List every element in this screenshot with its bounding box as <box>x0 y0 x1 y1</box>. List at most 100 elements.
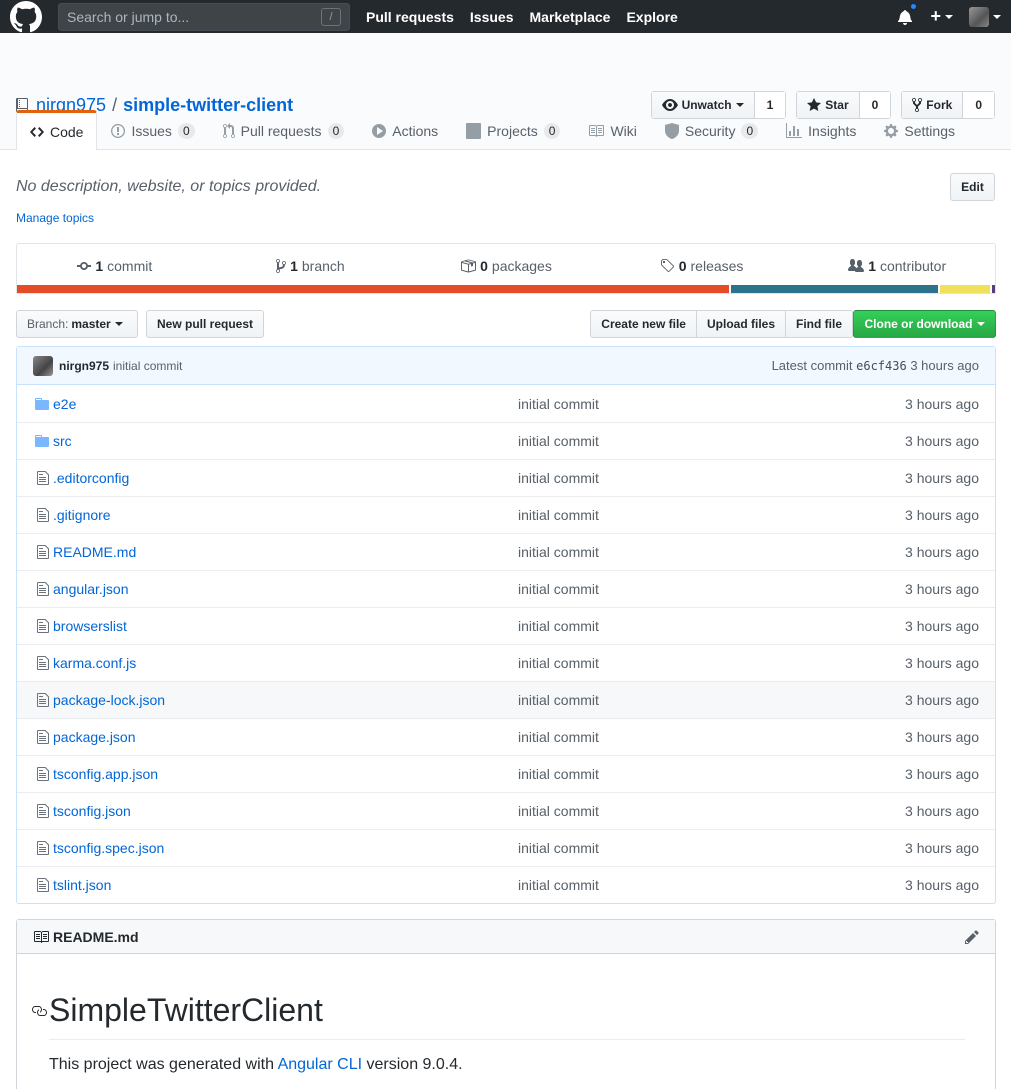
table-row: package.json initial commit 3 hours ago <box>17 718 995 755</box>
tab-issues[interactable]: Issues 0 <box>97 110 208 150</box>
repo-tabs: Code Issues 0 Pull requests 0 Actions Proj… <box>16 110 969 150</box>
file-icon <box>17 840 53 856</box>
file-commit-message-link[interactable]: initial commit <box>518 655 599 671</box>
readme-header: README.md <box>17 920 995 954</box>
file-commit-message-link[interactable]: initial commit <box>518 729 599 745</box>
nav-issues[interactable]: Issues <box>470 9 514 25</box>
file-name-link[interactable]: package-lock.json <box>53 692 165 708</box>
notifications-bell-icon[interactable] <box>896 1 919 26</box>
language-bar[interactable] <box>17 285 995 293</box>
top-nav: Pull requests Issues Marketplace Explore <box>366 9 694 25</box>
find-file-button[interactable]: Find file <box>786 311 852 337</box>
tab-code[interactable]: Code <box>16 110 98 150</box>
edit-description-button[interactable]: Edit <box>950 173 995 201</box>
repo-header: nirgn975 / simple-twitter-client Unwatch… <box>0 33 1011 150</box>
nav-explore[interactable]: Explore <box>626 9 677 25</box>
file-commit-message-link[interactable]: initial commit <box>518 581 599 597</box>
file-commit-message-link[interactable]: initial commit <box>518 766 599 782</box>
branch-select-button[interactable]: Branch: master <box>16 310 138 338</box>
git-commit-icon <box>77 261 92 270</box>
file-commit-message-link[interactable]: initial commit <box>518 507 599 523</box>
create-new-plus-icon[interactable]: + <box>930 6 953 27</box>
tab-security[interactable]: Security 0 <box>651 110 772 150</box>
commit-age: 3 hours ago <box>910 358 979 373</box>
language-segment[interactable] <box>992 285 995 293</box>
file-name-link[interactable]: tsconfig.json <box>53 803 131 819</box>
file-commit-message-link[interactable]: initial commit <box>518 470 599 486</box>
file-name-link[interactable]: tslint.json <box>53 877 111 893</box>
file-commit-message-link[interactable]: initial commit <box>518 544 599 560</box>
git-pull-request-icon <box>222 122 235 139</box>
search-input[interactable]: Search or jump to... / <box>58 2 350 31</box>
new-pull-request-button[interactable]: New pull request <box>146 310 265 338</box>
branches-count: 1 <box>290 257 298 274</box>
file-commit-message-link[interactable]: initial commit <box>518 433 599 449</box>
github-logo-icon[interactable] <box>10 0 42 33</box>
security-counter: 0 <box>741 122 759 139</box>
nav-pull-requests[interactable]: Pull requests <box>366 9 454 25</box>
file-commit-message-link[interactable]: initial commit <box>518 877 599 893</box>
file-name-link[interactable]: e2e <box>53 396 76 412</box>
file-commit-message-link[interactable]: initial commit <box>518 692 599 708</box>
file-name-link[interactable]: browserslist <box>53 618 127 634</box>
file-commit-message-link[interactable]: initial commit <box>518 840 599 856</box>
file-name-link[interactable]: src <box>53 433 72 449</box>
file-name-link[interactable]: README.md <box>53 544 136 560</box>
shield-icon <box>664 122 679 139</box>
file-commit-message-link[interactable]: initial commit <box>518 396 599 412</box>
readme-heading: SimpleTwitterClient <box>32 992 965 1040</box>
file-name-link[interactable]: .editorconfig <box>53 470 129 486</box>
tab-pull-requests[interactable]: Pull requests 0 <box>209 110 359 150</box>
contributors-summary[interactable]: 1 contributor <box>799 258 995 274</box>
file-name-link[interactable]: angular.json <box>53 581 129 597</box>
nav-marketplace[interactable]: Marketplace <box>530 9 611 25</box>
projects-counter: 0 <box>543 122 561 139</box>
file-age: 3 hours ago <box>905 729 979 745</box>
file-name-link[interactable]: tsconfig.spec.json <box>53 840 164 856</box>
commit-author-link[interactable]: nirgn975 <box>59 359 109 373</box>
file-commit-message-link[interactable]: initial commit <box>518 618 599 634</box>
tab-wiki[interactable]: Wiki <box>574 110 650 150</box>
commit-sha-link[interactable]: e6cf436 <box>856 359 907 373</box>
commits-count: 1 <box>95 257 104 274</box>
packages-summary[interactable]: 0 packages <box>408 258 604 274</box>
pencil-icon[interactable] <box>965 929 979 948</box>
readme-text-before: This project was generated with <box>49 1056 278 1073</box>
table-row: browserslist initial commit 3 hours ago <box>17 607 995 644</box>
tab-projects[interactable]: Projects 0 <box>452 110 574 150</box>
avatar[interactable] <box>33 355 53 376</box>
clone-or-download-button[interactable]: Clone or download <box>853 310 996 338</box>
branches-summary[interactable]: 1 branch <box>213 258 409 274</box>
tab-label: Wiki <box>610 122 637 139</box>
file-commit-message-link[interactable]: initial commit <box>518 803 599 819</box>
tab-insights[interactable]: Insights <box>772 110 870 150</box>
latest-commit-info: Latest commit e6cf436 3 hours ago <box>772 358 979 373</box>
commits-summary[interactable]: 1 commit <box>17 258 213 274</box>
file-name-link[interactable]: .gitignore <box>53 507 111 523</box>
avatar <box>969 6 989 27</box>
commits-label: commit <box>107 257 153 274</box>
language-segment[interactable] <box>730 285 938 293</box>
file-navigation: Branch: master New pull request Create n… <box>16 310 996 338</box>
file-name-link[interactable]: package.json <box>53 729 136 745</box>
user-menu[interactable] <box>969 6 1001 27</box>
language-segment[interactable] <box>939 285 991 293</box>
angular-cli-link[interactable]: Angular CLI <box>278 1056 363 1073</box>
file-age: 3 hours ago <box>905 803 979 819</box>
repo-summary: 1 commit 1 branch 0 packages 0 releases 1 con… <box>16 243 996 294</box>
tab-actions[interactable]: Actions <box>358 110 452 150</box>
chevron-down-icon <box>993 14 1001 19</box>
table-row: package-lock.json initial commit 3 hours a… <box>17 681 995 718</box>
tab-settings[interactable]: Settings <box>870 110 969 150</box>
file-name-link[interactable]: karma.conf.js <box>53 655 136 671</box>
upload-files-button[interactable]: Upload files <box>696 311 786 337</box>
file-name-link[interactable]: tsconfig.app.json <box>53 766 158 782</box>
releases-summary[interactable]: 0 releases <box>604 258 800 274</box>
manage-topics-link[interactable]: Manage topics <box>16 211 94 225</box>
latest-commit-bar: nirgn975 initial commit Latest commit e6… <box>17 347 995 385</box>
chevron-down-icon <box>735 103 744 107</box>
commit-message-link[interactable]: initial commit <box>113 359 182 373</box>
create-new-file-button[interactable]: Create new file <box>591 311 697 337</box>
language-segment[interactable] <box>17 285 729 293</box>
link-icon[interactable] <box>31 1003 47 1019</box>
